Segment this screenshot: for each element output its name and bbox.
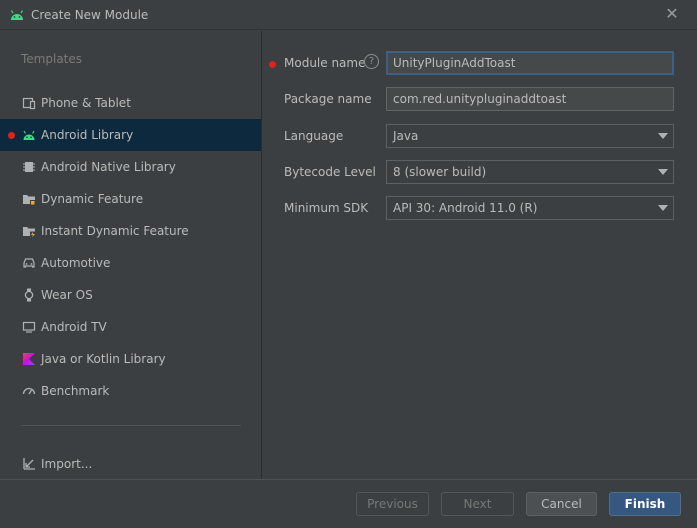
module-name-input[interactable]: [386, 51, 674, 75]
sidebar-item-label: Benchmark: [41, 384, 110, 398]
sidebar-item-android-native-library[interactable]: Android Native Library: [0, 151, 261, 183]
templates-label: Templates: [21, 52, 83, 66]
watch-icon: [22, 288, 36, 302]
module-form: Module name ? Package name Language Java…: [263, 31, 697, 479]
cancel-button[interactable]: Cancel: [526, 492, 597, 516]
module-name-label: Module name: [284, 56, 366, 70]
required-indicator: [269, 61, 276, 68]
title-bar: Create New Module ✕: [0, 0, 697, 30]
chevron-down-icon: [658, 133, 668, 139]
sidebar-item-label: Android Library: [41, 128, 134, 142]
phone-tablet-icon: [22, 96, 36, 110]
tv-icon: [22, 320, 36, 334]
sidebar-item-label: Android TV: [41, 320, 107, 334]
dialog-footer: Previous Next Cancel Finish: [0, 479, 697, 528]
min-sdk-label: Minimum SDK: [284, 201, 369, 215]
sidebar-item-phone-tablet[interactable]: Phone & Tablet: [0, 87, 261, 119]
import-arrow-icon: [22, 457, 36, 471]
language-select[interactable]: Java: [386, 124, 674, 148]
sidebar-divider: [21, 425, 241, 426]
language-value: Java: [393, 129, 419, 143]
close-icon[interactable]: ✕: [665, 6, 679, 22]
bytecode-label: Bytecode Level: [284, 165, 376, 179]
templates-sidebar: Templates Phone & Tablet Android Library…: [0, 31, 262, 479]
import-button[interactable]: Import...: [0, 448, 261, 480]
car-icon: [22, 256, 36, 270]
package-name-label: Package name: [284, 92, 372, 106]
bytecode-value: 8 (slower build): [393, 165, 487, 179]
sidebar-item-label: Java or Kotlin Library: [41, 352, 166, 366]
android-icon: [22, 128, 36, 142]
sidebar-item-java-kotlin-library[interactable]: Java or Kotlin Library: [0, 343, 261, 375]
kotlin-icon: [22, 352, 36, 366]
gauge-icon: [22, 384, 36, 398]
language-row: Language Java: [263, 124, 697, 150]
sidebar-item-label: Automotive: [41, 256, 111, 270]
sidebar-item-instant-dynamic-feature[interactable]: Instant Dynamic Feature: [0, 215, 261, 247]
sidebar-item-dynamic-feature[interactable]: Dynamic Feature: [0, 183, 261, 215]
bytecode-row: Bytecode Level 8 (slower build): [263, 160, 697, 186]
help-icon[interactable]: ?: [364, 54, 379, 69]
chevron-down-icon: [658, 169, 668, 175]
sidebar-item-wear-os[interactable]: Wear OS: [0, 279, 261, 311]
module-name-row: Module name ?: [263, 51, 697, 77]
window-title: Create New Module: [31, 7, 149, 22]
sidebar-item-automotive[interactable]: Automotive: [0, 247, 261, 279]
folder-feature-icon: [22, 192, 36, 206]
next-button[interactable]: Next: [441, 492, 514, 516]
sidebar-item-label: Android Native Library: [41, 160, 176, 174]
package-name-input[interactable]: [386, 87, 674, 111]
min-sdk-select[interactable]: API 30: Android 11.0 (R): [386, 196, 674, 220]
import-label: Import...: [41, 457, 93, 471]
language-label: Language: [284, 129, 344, 143]
sidebar-item-android-tv[interactable]: Android TV: [0, 311, 261, 343]
bytecode-select[interactable]: 8 (slower build): [386, 160, 674, 184]
sidebar-item-benchmark[interactable]: Benchmark: [0, 375, 261, 407]
sidebar-item-label: Dynamic Feature: [41, 192, 144, 206]
folder-instant-icon: [22, 224, 36, 238]
sidebar-item-label: Wear OS: [41, 288, 93, 302]
min-sdk-row: Minimum SDK API 30: Android 11.0 (R): [263, 196, 697, 222]
previous-button[interactable]: Previous: [356, 492, 429, 516]
sidebar-item-label: Phone & Tablet: [41, 96, 131, 110]
sidebar-item-android-library[interactable]: Android Library: [0, 119, 261, 151]
min-sdk-value: API 30: Android 11.0 (R): [393, 201, 538, 215]
sidebar-item-label: Instant Dynamic Feature: [41, 224, 189, 238]
chip-icon: [22, 160, 36, 174]
package-name-row: Package name: [263, 87, 697, 113]
chevron-down-icon: [658, 205, 668, 211]
required-indicator: [8, 131, 15, 139]
android-icon: [9, 7, 25, 23]
finish-button[interactable]: Finish: [609, 492, 681, 516]
